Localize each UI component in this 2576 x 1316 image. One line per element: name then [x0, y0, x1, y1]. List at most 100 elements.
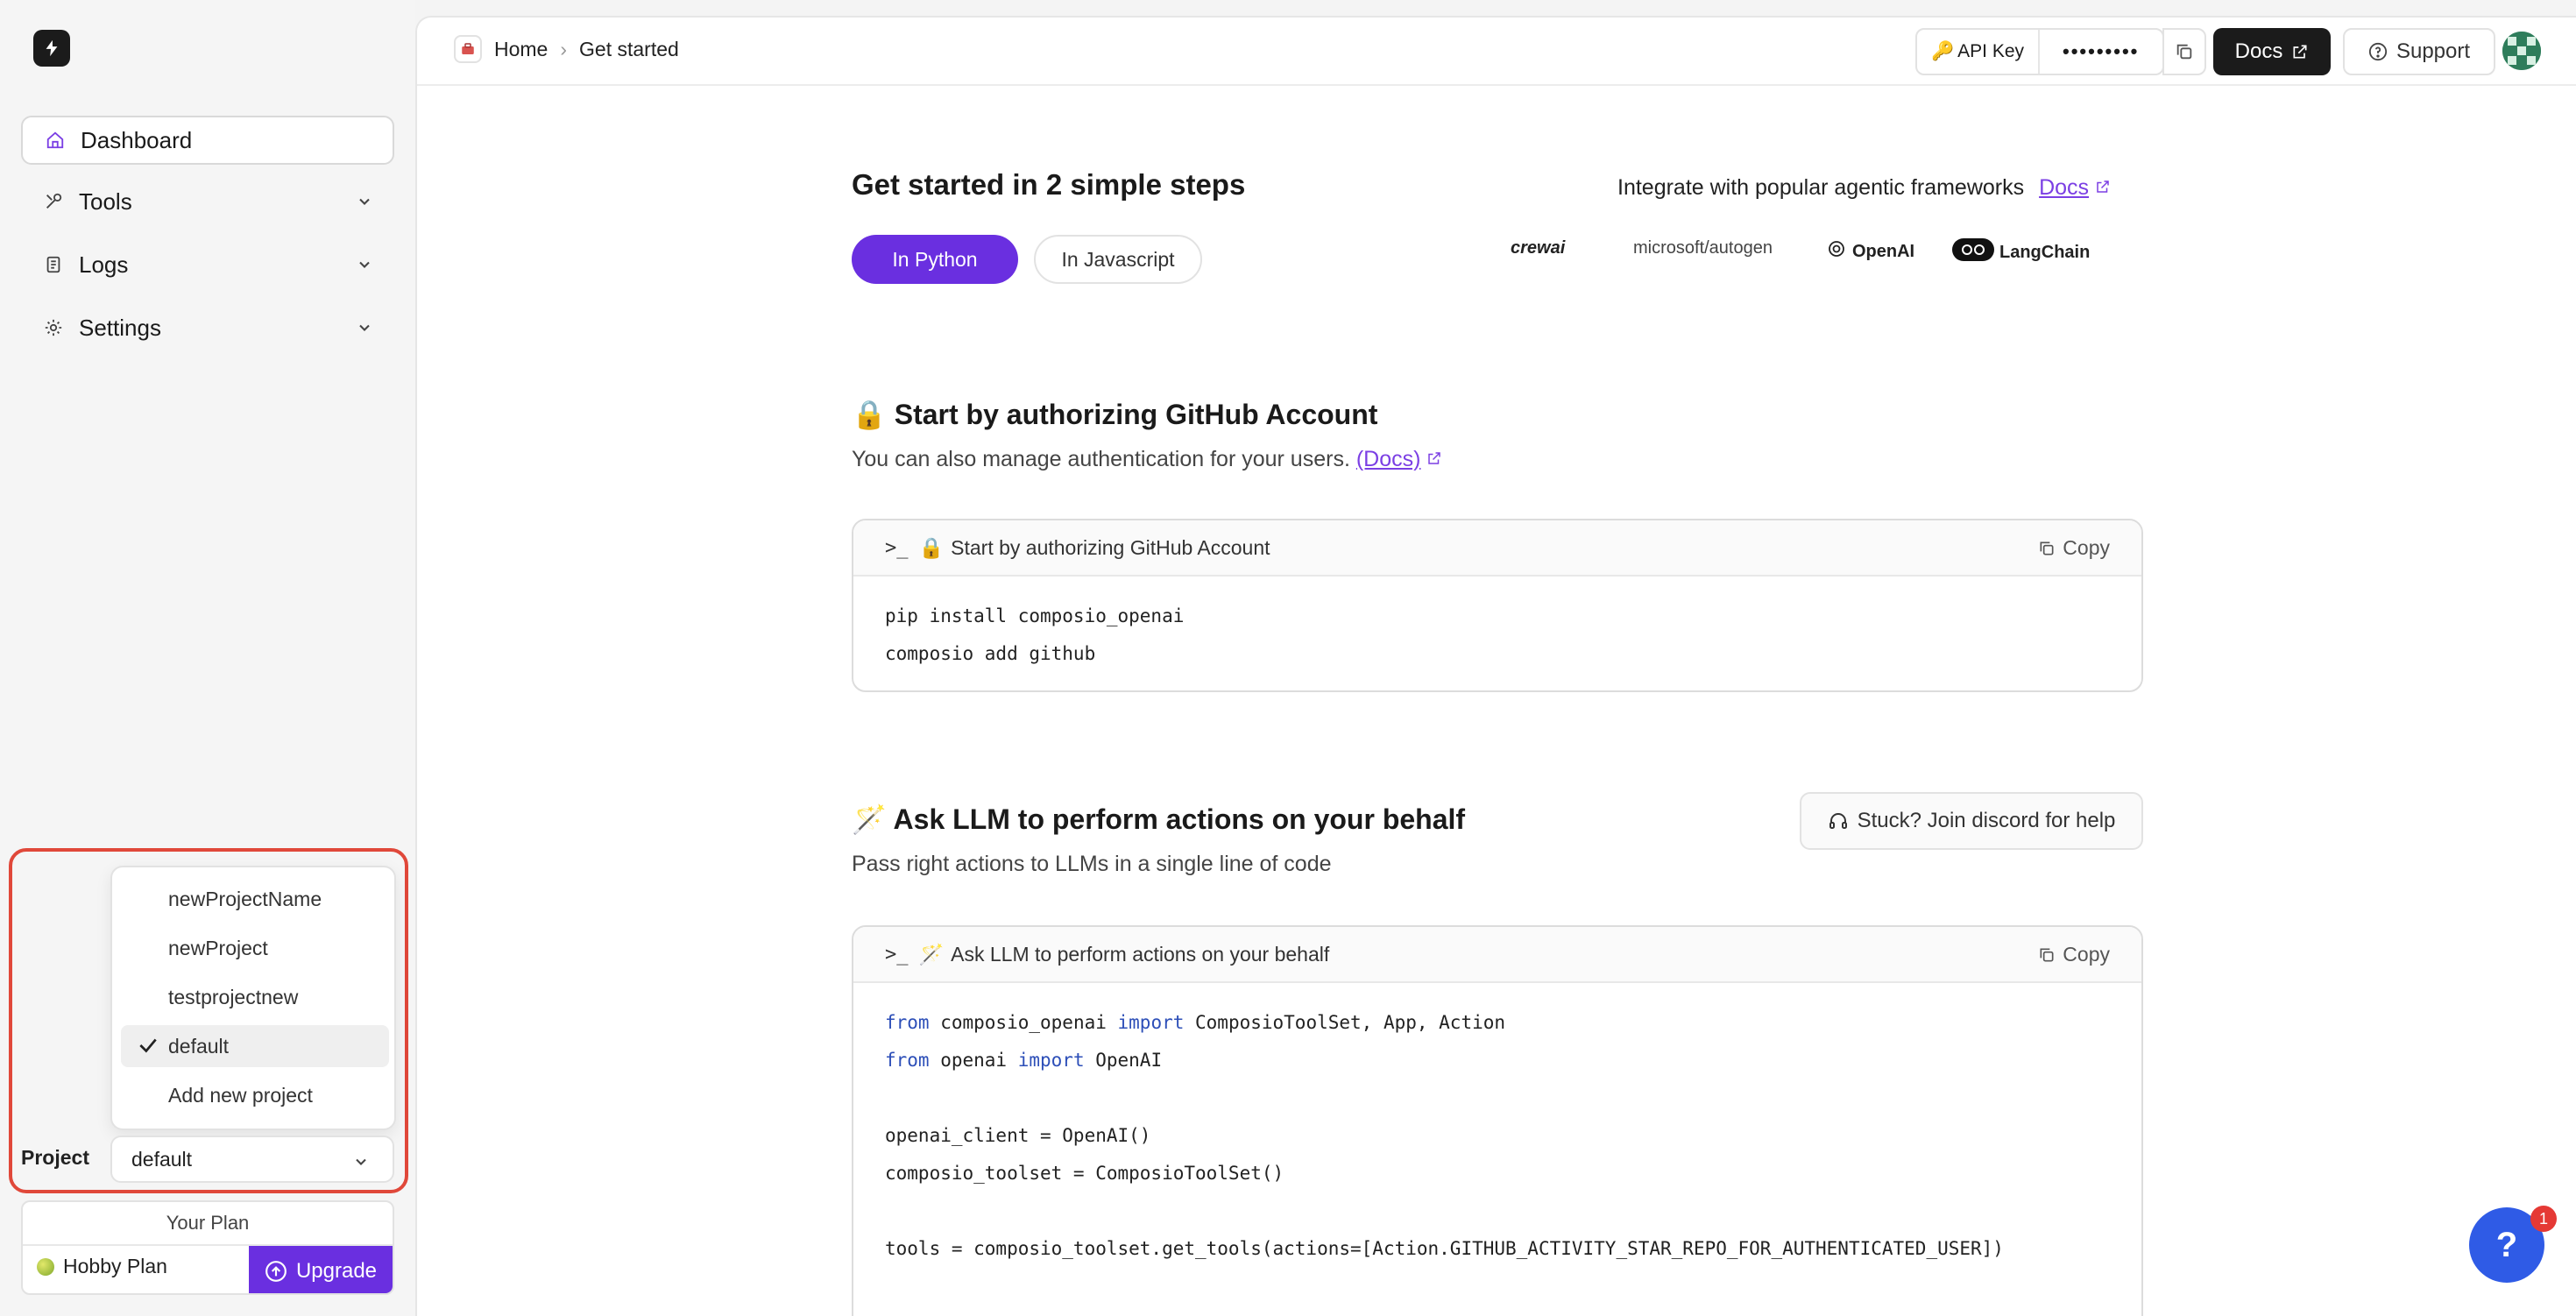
- framework-langchain: LangChain: [1952, 238, 2090, 266]
- check-icon: [139, 1038, 157, 1053]
- sidebar-item-label: Tools: [79, 187, 132, 215]
- discord-help-button[interactable]: Stuck? Join discord for help: [1800, 792, 2143, 850]
- dropdown-option-selected[interactable]: default: [121, 1025, 389, 1067]
- copy-icon: [2040, 948, 2054, 961]
- api-key-label-box: 🔑 API Key: [1917, 30, 2041, 74]
- sidebar-item-label: Logs: [79, 251, 129, 278]
- breadcrumb-separator: ›: [560, 37, 568, 60]
- chevron-down-icon: [359, 261, 370, 268]
- dropdown-option[interactable]: newProject: [121, 927, 389, 969]
- sidebar-item-settings[interactable]: Settings: [21, 303, 394, 352]
- openai-icon: [1826, 238, 1847, 265]
- copy-icon: [2176, 44, 2192, 60]
- gear-icon: [42, 316, 65, 339]
- framework-autogen: microsoft/autogen: [1633, 238, 1773, 258]
- tab-python[interactable]: In Python: [852, 235, 1018, 284]
- toolbox-icon: [454, 35, 482, 63]
- api-key-field[interactable]: 🔑 API Key •••••••••: [1915, 28, 2164, 75]
- project-dropdown-menu: newProjectName newProject testprojectnew…: [110, 866, 396, 1130]
- step2-code-block: >_ 🪄 Ask LLM to perform actions on your …: [852, 925, 2143, 1316]
- sidebar-item-tools[interactable]: Tools: [21, 177, 394, 226]
- chevron-down-icon: [356, 1158, 366, 1165]
- plan-box: Your Plan Hobby Plan Upgrade: [21, 1200, 394, 1295]
- project-select-value: default: [131, 1147, 193, 1171]
- tools-icon: [42, 190, 65, 213]
- sidebar-item-label: Settings: [79, 314, 161, 341]
- magic-wand-icon: 🪄: [918, 942, 945, 966]
- code-header: >_ 🪄 Ask LLM to perform actions on your …: [853, 927, 2141, 983]
- integrate-text: Integrate with popular agentic framework…: [1617, 175, 2111, 201]
- copy-icon: [2040, 541, 2054, 555]
- discord-label: Stuck? Join discord for help: [1857, 809, 2116, 832]
- step1-docs-link[interactable]: (Docs): [1356, 447, 1421, 471]
- code-line: from composio_openai import ComposioTool…: [885, 1012, 1506, 1033]
- support-label: Support: [2396, 39, 2471, 63]
- chevron-down-icon: [359, 198, 370, 205]
- external-link-icon: [1428, 452, 1441, 464]
- app: Dashboard Tools Logs Settings newProject…: [0, 0, 2576, 1316]
- page-title: Get started in 2 simple steps: [852, 168, 1246, 201]
- top-bar: Home › Get started 🔑 API Key ••••••••• D…: [417, 18, 2576, 86]
- breadcrumb-current: Get started: [579, 37, 679, 60]
- arrow-up-circle-icon: [265, 1261, 287, 1282]
- code-line: composio_toolset = ComposioToolSet(): [885, 1163, 1284, 1184]
- docs-label: Docs: [2234, 39, 2283, 63]
- notification-badge: 1: [2530, 1206, 2557, 1232]
- sidebar-item-dashboard[interactable]: Dashboard: [21, 116, 394, 165]
- framework-crewai: crewai: [1511, 238, 1565, 258]
- step2-title: 🪄 Ask LLM to perform actions on your beh…: [852, 803, 1465, 836]
- sidebar-item-label: Dashboard: [81, 126, 193, 153]
- headphones-icon: [1829, 813, 1847, 829]
- code-line: composio add github: [885, 643, 1096, 664]
- code-line: openai_client = OpenAI(): [885, 1125, 1151, 1146]
- dropdown-option[interactable]: testprojectnew: [121, 976, 389, 1018]
- code-title: Start by authorizing GitHub Account: [951, 535, 1270, 559]
- app-logo[interactable]: [33, 30, 70, 67]
- code-title: Ask LLM to perform actions on your behal…: [951, 942, 1330, 966]
- upgrade-label: Upgrade: [295, 1259, 378, 1283]
- breadcrumb-home[interactable]: Home: [494, 38, 548, 61]
- chevron-down-icon: [359, 324, 370, 331]
- api-key-label: API Key: [1957, 41, 2025, 61]
- bolt-icon: [46, 39, 58, 57]
- copy-button[interactable]: Copy: [2038, 943, 2110, 966]
- dropdown-option-label: default: [168, 1034, 230, 1058]
- key-icon: 🔑: [1931, 41, 1955, 61]
- project-label: Project: [21, 1146, 89, 1169]
- code-header: >_ 🔒 Start by authorizing GitHub Account…: [853, 520, 2141, 577]
- project-select[interactable]: default: [110, 1136, 394, 1183]
- avatar[interactable]: [2502, 32, 2541, 70]
- upgrade-button[interactable]: Upgrade: [249, 1246, 393, 1293]
- docs-button[interactable]: Docs: [2213, 28, 2331, 75]
- sidebar: Dashboard Tools Logs Settings newProject…: [0, 0, 415, 1316]
- tab-javascript[interactable]: In Javascript: [1034, 235, 1202, 284]
- sidebar-item-logs[interactable]: Logs: [21, 240, 394, 289]
- copy-button[interactable]: Copy: [2038, 536, 2110, 560]
- external-link-icon: [2097, 180, 2109, 193]
- lock-icon: 🔒: [918, 535, 945, 559]
- step1-title: 🔒 Start by authorizing GitHub Account: [852, 398, 1377, 431]
- plan-ball-icon: [37, 1257, 54, 1276]
- code-line: pip install composio_openai: [885, 605, 1185, 626]
- main-panel: Home › Get started 🔑 API Key ••••••••• D…: [415, 16, 2576, 1316]
- code-line: from openai import OpenAI: [885, 1050, 1163, 1071]
- copy-label: Copy: [2063, 943, 2110, 966]
- terminal-icon: >_: [885, 943, 909, 966]
- code-body: from composio_openai import ComposioTool…: [853, 983, 2141, 1289]
- add-new-project-option[interactable]: Add new project: [121, 1074, 389, 1116]
- copy-label: Copy: [2063, 536, 2110, 559]
- dropdown-option[interactable]: newProjectName: [121, 878, 389, 920]
- support-button[interactable]: Support: [2343, 28, 2495, 75]
- integrate-label: Integrate with popular agentic framework…: [1617, 175, 2025, 200]
- document-icon: [42, 253, 65, 276]
- copy-api-key-button[interactable]: [2162, 28, 2206, 75]
- step1-title-text: Start by authorizing GitHub Account: [894, 399, 1378, 430]
- lock-icon: 🔒: [852, 399, 887, 430]
- framework-name: crewai: [1511, 238, 1566, 258]
- magic-wand-icon: 🪄: [852, 803, 887, 835]
- api-key-value: •••••••••: [2063, 40, 2140, 62]
- breadcrumb: Home › Get started: [454, 35, 679, 63]
- integrate-docs-link[interactable]: Docs: [2039, 175, 2089, 200]
